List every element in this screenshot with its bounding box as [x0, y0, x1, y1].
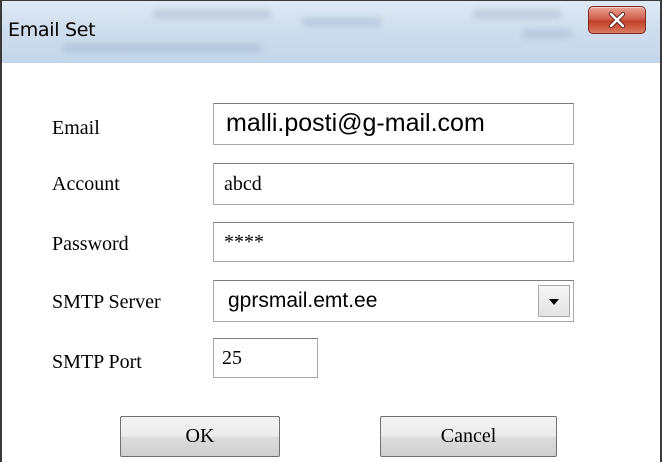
dialog-body: Email malli.posti@g-mail.com Account abc… [2, 63, 660, 463]
smtp-server-value: gprsmail.emt.ee [228, 289, 378, 312]
email-set-dialog: Email Set Email malli.posti@g-mail.com A… [0, 0, 662, 463]
window-title: Email Set [8, 19, 96, 41]
smtp-port-value: 25 [222, 347, 242, 369]
password-label: Password [52, 233, 129, 255]
email-value: malli.posti@g-mail.com [226, 109, 485, 137]
smtp-port-field[interactable]: 25 [213, 338, 318, 378]
smtp-server-label: SMTP Server [52, 291, 161, 313]
email-field[interactable]: malli.posti@g-mail.com [213, 103, 574, 145]
chevron-down-icon [549, 299, 559, 305]
title-bar-texture [62, 43, 262, 53]
password-value: **** [224, 231, 264, 253]
smtp-port-label: SMTP Port [52, 351, 142, 373]
title-bar-texture [522, 29, 572, 39]
close-x-icon [608, 11, 626, 29]
close-button[interactable] [588, 6, 646, 34]
dropdown-arrow-button[interactable] [538, 285, 570, 317]
smtp-server-select[interactable]: gprsmail.emt.ee [213, 280, 574, 322]
cancel-button[interactable]: Cancel [380, 416, 557, 457]
account-value: abcd [224, 173, 262, 195]
account-label: Account [52, 173, 120, 195]
ok-button[interactable]: OK [120, 416, 280, 457]
title-bar-texture [472, 9, 562, 19]
account-field[interactable]: abcd [213, 163, 574, 205]
title-bar[interactable]: Email Set [2, 1, 660, 63]
title-bar-texture [302, 17, 382, 27]
title-bar-texture [152, 9, 272, 19]
email-label: Email [52, 117, 100, 139]
password-field[interactable]: **** [213, 222, 574, 262]
